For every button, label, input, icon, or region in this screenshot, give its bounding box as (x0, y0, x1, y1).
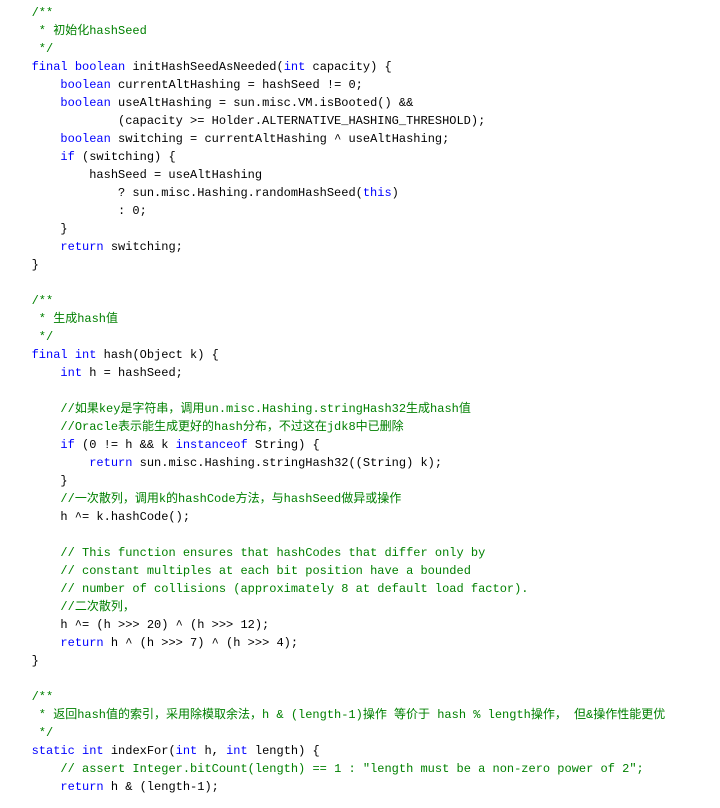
code-token (10, 96, 60, 110)
code-token: } (10, 474, 68, 488)
code-token (10, 492, 60, 506)
code-token: h ^= k.hashCode(); (10, 510, 190, 524)
code-token: capacity) { (305, 60, 391, 74)
code-token: h ^ (h >>> 7) ^ (h >>> 4); (104, 636, 298, 650)
code-token: h, (197, 744, 226, 758)
code-token: currentAltHashing = hashSeed != 0; (111, 78, 363, 92)
code-token: (capacity >= Holder.ALTERNATIVE_HASHING_… (10, 114, 485, 128)
code-token: h = hashSeed; (82, 366, 183, 380)
code-token: (0 != h && k (75, 438, 176, 452)
code-token: switching; (104, 240, 183, 254)
code-token: boolean (60, 132, 110, 146)
code-token: } (10, 654, 39, 668)
code-token (10, 780, 60, 794)
code-token: this (363, 186, 392, 200)
code-token: /** (10, 690, 53, 704)
code-token: final (32, 348, 68, 362)
code-token: * 初始化hashSeed (10, 24, 147, 38)
code-token: */ (10, 330, 53, 344)
code-token: // assert Integer.bitCount(length) == 1 … (60, 762, 643, 776)
code-token (10, 240, 60, 254)
code-token (75, 744, 82, 758)
code-token: if (60, 150, 74, 164)
code-token (10, 762, 60, 776)
code-token (10, 402, 60, 416)
code-token: hashSeed = useAltHashing (10, 168, 262, 182)
code-token: int (226, 744, 248, 758)
code-token: boolean (75, 60, 125, 74)
code-token (10, 132, 60, 146)
code-token (68, 348, 75, 362)
code-token (10, 546, 60, 560)
code-token (68, 60, 75, 74)
code-token: instanceof (176, 438, 248, 452)
code-token: if (60, 438, 74, 452)
code-token: initHashSeedAsNeeded( (125, 60, 283, 74)
code-token: /** (10, 294, 53, 308)
code-token: length) { (248, 744, 320, 758)
code-token: : 0; (10, 204, 147, 218)
code-token: //一次散列，调用k的hashCode方法，与hashSeed做异或操作 (60, 492, 401, 506)
code-token: */ (10, 42, 53, 56)
code-token (10, 636, 60, 650)
code-token (10, 564, 60, 578)
code-token: h & (length-1); (104, 780, 219, 794)
code-token: String) { (248, 438, 320, 452)
code-token (10, 60, 32, 74)
code-token: useAltHashing = sun.misc.VM.isBooted() &… (111, 96, 413, 110)
code-token: sun.misc.Hashing.stringHash32((String) k… (132, 456, 442, 470)
code-token: // number of collisions (approximately 8… (60, 582, 528, 596)
code-token (10, 348, 32, 362)
code-token (10, 456, 89, 470)
code-token: return (89, 456, 132, 470)
code-token (10, 78, 60, 92)
code-token: //Oracle表示能生成更好的hash分布，不过这在jdk8中已删除 (60, 420, 403, 434)
code-token (10, 438, 60, 452)
code-token (10, 150, 60, 164)
code-token: //如果key是字符串，调用un.misc.Hashing.stringHash… (60, 402, 470, 416)
code-token (10, 744, 32, 758)
code-token: h ^= (h >>> 20) ^ (h >>> 12); (10, 618, 269, 632)
code-token: int (284, 60, 306, 74)
code-token: boolean (60, 96, 110, 110)
code-token: * 返回hash值的索引，采用除模取余法，h & (length-1)操作 等价… (10, 708, 665, 722)
code-token: * 生成hash值 (10, 312, 118, 326)
code-token: //二次散列， (60, 600, 134, 614)
code-token: */ (10, 726, 53, 740)
code-token: // constant multiples at each bit positi… (60, 564, 470, 578)
code-token: ) (392, 186, 399, 200)
code-token: } (10, 222, 68, 236)
code-token (10, 582, 60, 596)
code-token (10, 420, 60, 434)
code-token: hash(Object k) { (96, 348, 218, 362)
code-token: final (32, 60, 68, 74)
code-token: int (176, 744, 198, 758)
code-token: return (60, 780, 103, 794)
code-token: int (60, 366, 82, 380)
code-token: switching = currentAltHashing ^ useAltHa… (111, 132, 449, 146)
code-block: /** * 初始化hashSeed */ final boolean initH… (0, 0, 720, 796)
code-token: boolean (60, 78, 110, 92)
code-token: ? sun.misc.Hashing.randomHashSeed( (10, 186, 363, 200)
code-token (10, 366, 60, 380)
code-token: static (32, 744, 75, 758)
code-token: int (82, 744, 104, 758)
code-token (10, 600, 60, 614)
code-token: } (10, 258, 39, 272)
code-token: int (75, 348, 97, 362)
code-token: (switching) { (75, 150, 176, 164)
code-token: /** (10, 6, 53, 20)
code-token: // This function ensures that hashCodes … (60, 546, 485, 560)
code-token: indexFor( (104, 744, 176, 758)
code-token: return (60, 240, 103, 254)
code-token: return (60, 636, 103, 650)
